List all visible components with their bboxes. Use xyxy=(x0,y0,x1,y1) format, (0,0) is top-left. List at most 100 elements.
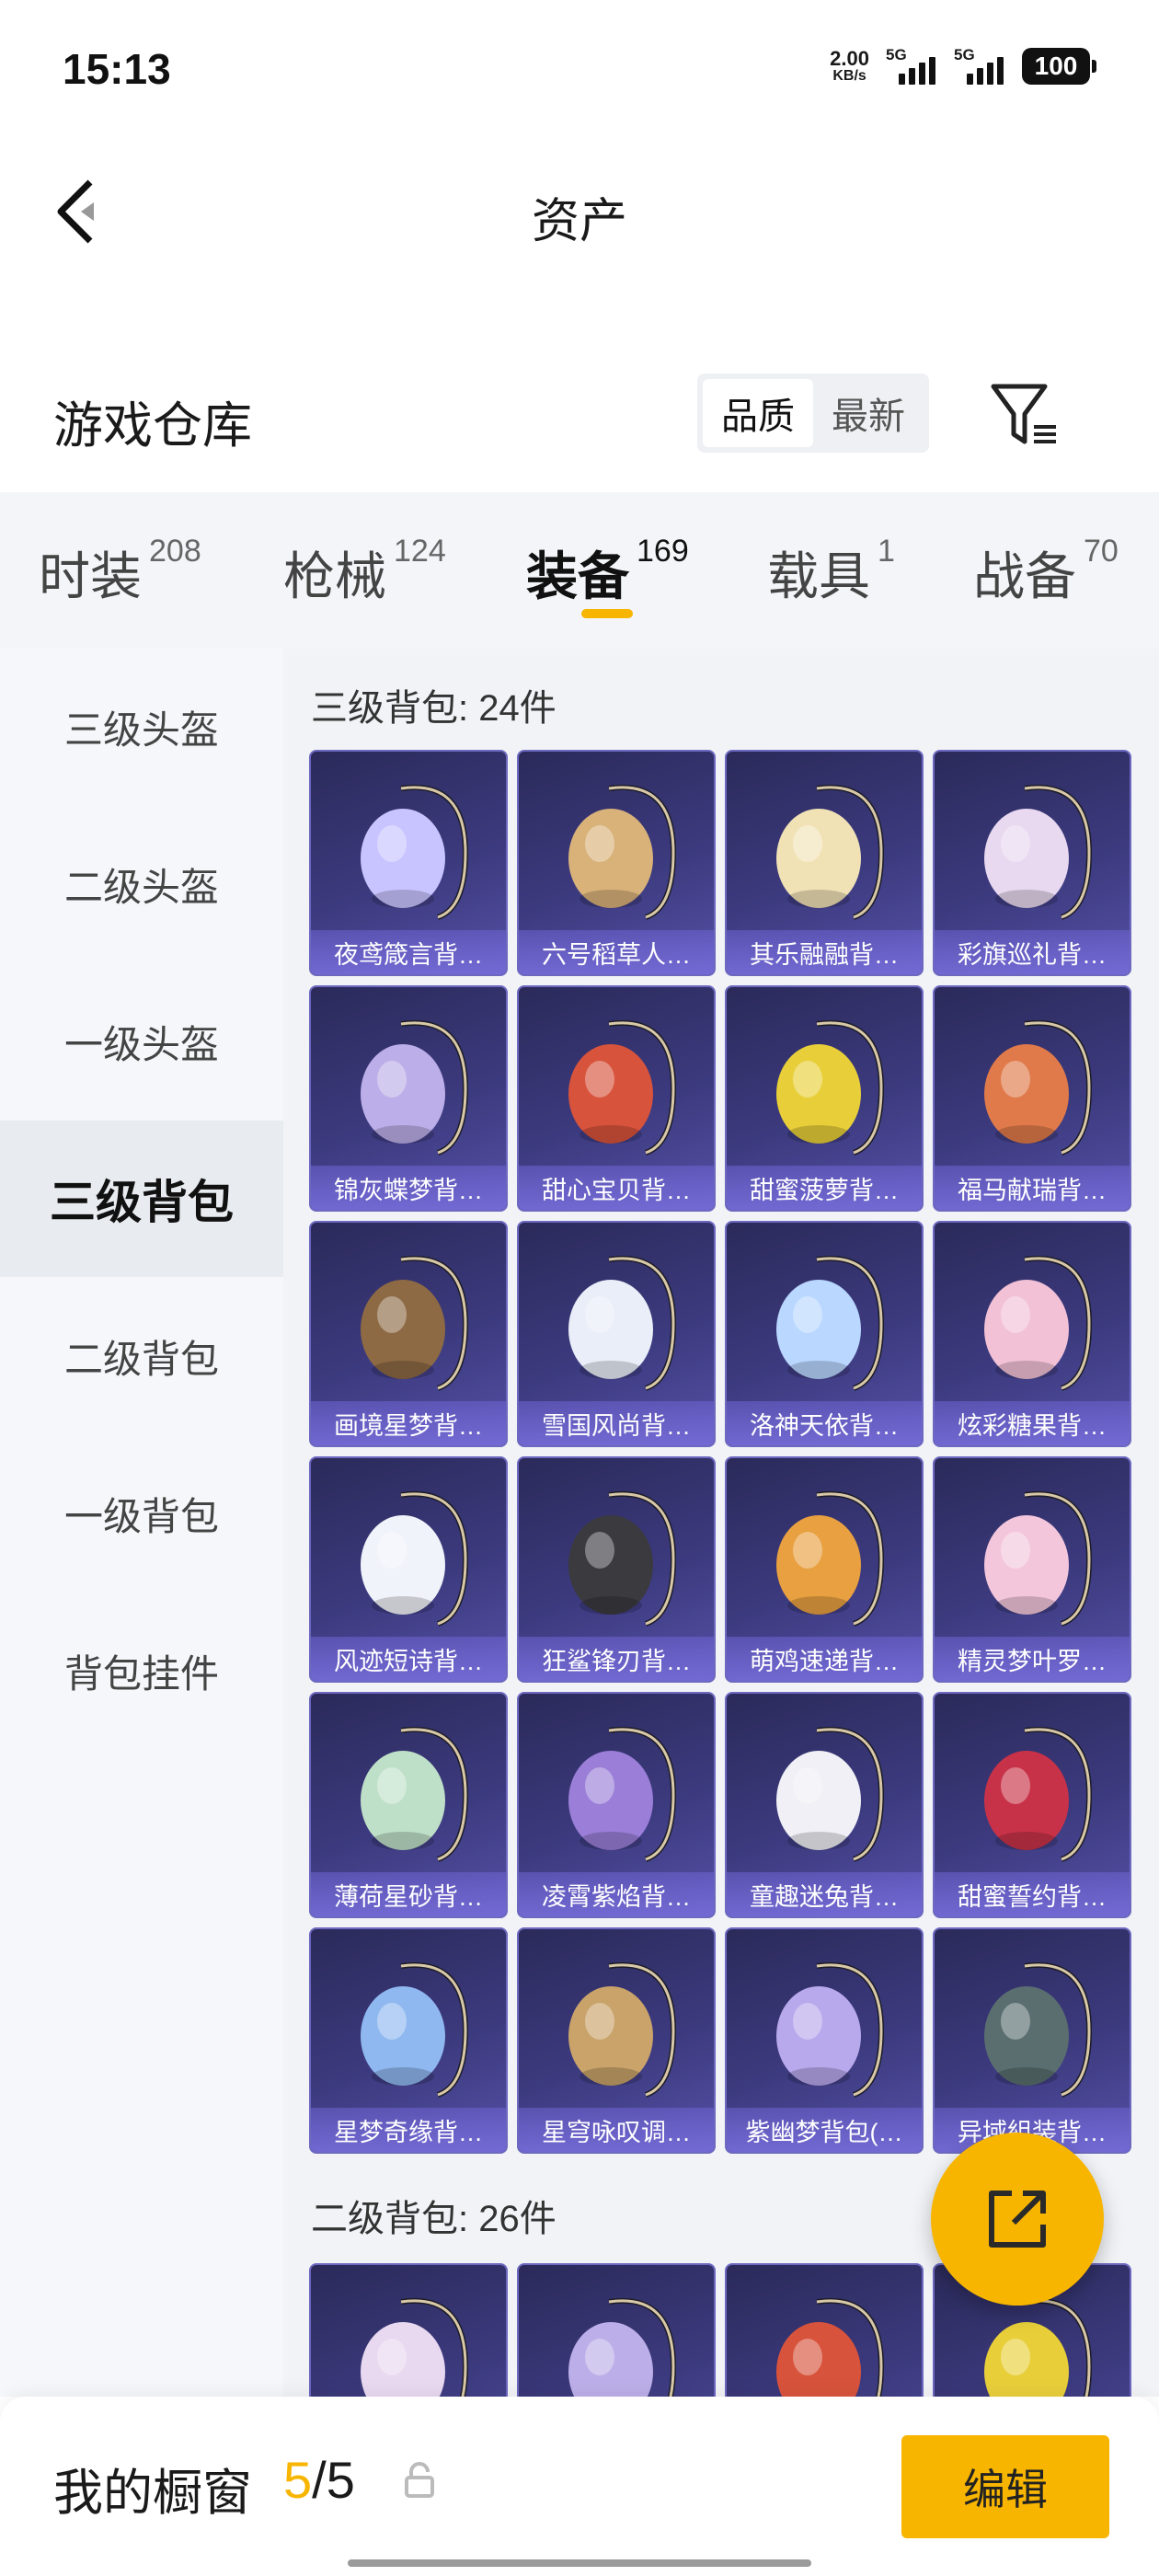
backpack-image xyxy=(337,1477,484,1633)
header: 资产 xyxy=(0,138,1159,285)
item-card[interactable]: 锦灰蝶梦背… xyxy=(309,985,508,1212)
item-name-bar: 薄荷星砂背… xyxy=(311,1872,506,1916)
item-card[interactable] xyxy=(517,2263,716,2397)
item-name-bar: 萌鸡速递背… xyxy=(727,1637,922,1681)
item-name: 甜蜜菠萝背… xyxy=(750,1176,899,1204)
backpack-image xyxy=(752,1241,900,1397)
item-card[interactable]: 星梦奇缘背… xyxy=(309,1927,508,2154)
item-card[interactable]: 甜心宝贝背… xyxy=(517,985,716,1212)
item-name: 画境星梦背… xyxy=(334,1411,483,1440)
item-card[interactable]: 凌霄紫焰背… xyxy=(517,1692,716,1918)
side-item-helmet-lv1[interactable]: 一级头盔 xyxy=(0,963,283,1120)
item-name-bar: 画境星梦背… xyxy=(311,1401,506,1445)
tab-supplies[interactable]: 战备 70 xyxy=(973,534,1119,610)
item-name: 锦灰蝶梦背… xyxy=(334,1176,483,1204)
item-card[interactable]: 夜鸢箴言背… xyxy=(309,750,508,976)
item-card[interactable]: 甜蜜誓约背… xyxy=(933,1692,1131,1918)
item-name-bar: 雪国风尚背… xyxy=(519,1401,714,1445)
item-name-bar: 洛神天依背… xyxy=(727,1401,922,1445)
item-card[interactable]: 异域組装背… xyxy=(933,1927,1131,2154)
item-card[interactable]: 风迹短诗背… xyxy=(309,1456,508,1683)
showcase-separator: / xyxy=(312,2451,327,2509)
backpack-image xyxy=(337,2283,484,2397)
showcase-label: 我的橱窗 xyxy=(53,2466,252,2521)
backpack-image xyxy=(960,770,1107,926)
item-card[interactable]: 精灵梦叶罗… xyxy=(933,1456,1131,1683)
item-card[interactable]: 萌鸡速递背… xyxy=(725,1456,924,1683)
item-card[interactable]: 其乐融融背… xyxy=(725,750,924,976)
item-name: 雪国风尚背… xyxy=(542,1411,691,1440)
item-name: 炫彩糖果背… xyxy=(958,1411,1107,1440)
share-button[interactable] xyxy=(931,2133,1104,2306)
item-card[interactable]: 洛神天依背… xyxy=(725,1221,924,1447)
battery-level: 100 xyxy=(1022,48,1090,85)
side-item-backpack-lv1[interactable]: 一级背包 xyxy=(0,1435,283,1592)
backpack-image xyxy=(337,770,484,926)
item-card[interactable]: 狂鲨锋刃背… xyxy=(517,1456,716,1683)
item-card[interactable]: 星穹咏叹调… xyxy=(517,1927,716,2154)
item-name: 其乐融融背… xyxy=(750,940,899,969)
item-card[interactable]: 薄荷星砂背… xyxy=(309,1692,508,1918)
tab-count: 70 xyxy=(1084,534,1119,569)
item-card[interactable]: 炫彩糖果背… xyxy=(933,1221,1131,1447)
side-item-helmet-lv2[interactable]: 二级头盔 xyxy=(0,806,283,962)
warehouse-title: 游戏仓库 xyxy=(53,398,252,454)
side-item-backpack-lv2[interactable]: 二级背包 xyxy=(0,1278,283,1434)
item-name: 风迹短诗背… xyxy=(334,1647,483,1675)
lock-icon xyxy=(405,2462,434,2498)
tab-firearms[interactable]: 枪械 124 xyxy=(283,534,446,610)
sort-option-quality[interactable]: 品质 xyxy=(703,379,813,447)
tab-vehicles[interactable]: 载具 1 xyxy=(767,534,895,610)
item-card[interactable] xyxy=(725,2263,924,2397)
item-card[interactable]: 甜蜜菠萝背… xyxy=(725,985,924,1212)
item-name-bar: 精灵梦叶罗… xyxy=(935,1637,1130,1681)
status-icons: 2.00 KB/s 5G 5G 100 xyxy=(830,46,1096,86)
item-card[interactable]: 六号稻草人… xyxy=(517,750,716,976)
backpack-image xyxy=(545,770,692,926)
item-name-bar: 福马献瑞背… xyxy=(935,1166,1130,1210)
item-name: 童趣迷兔背… xyxy=(750,1882,899,1911)
item-card[interactable]: 童趣迷兔背… xyxy=(725,1692,924,1918)
item-name: 薄荷星砂背… xyxy=(334,1882,483,1911)
item-name: 洛神天依背… xyxy=(750,1411,899,1440)
item-name: 狂鲨锋刃背… xyxy=(542,1647,691,1675)
backpack-image xyxy=(337,1006,484,1162)
tab-fashion[interactable]: 时装 208 xyxy=(39,534,201,610)
share-icon xyxy=(989,2191,1046,2248)
side-item-backpack-lv3[interactable]: 三级背包 xyxy=(0,1121,283,1277)
item-card[interactable]: 彩旗巡礼背… xyxy=(933,750,1131,976)
active-tab-indicator xyxy=(581,609,633,618)
item-name: 六号稻草人… xyxy=(542,940,691,969)
item-card[interactable]: 紫幽梦背包(… xyxy=(725,1927,924,2154)
item-name-bar: 炫彩糖果背… xyxy=(935,1401,1130,1445)
backpack-image xyxy=(752,2283,900,2397)
side-item-helmet-lv3[interactable]: 三级头盔 xyxy=(0,649,283,805)
item-name: 夜鸢箴言背… xyxy=(334,940,483,969)
battery-icon: 100 xyxy=(1022,48,1096,85)
item-name: 彩旗巡礼背… xyxy=(958,940,1107,969)
backpack-image xyxy=(960,1241,1107,1397)
item-name-bar: 凌霄紫焰背… xyxy=(519,1872,714,1916)
side-nav: 三级头盔 二级头盔 一级头盔 三级背包 二级背包 一级背包 背包挂件 xyxy=(0,649,283,2397)
backpack-image xyxy=(337,1948,484,2104)
item-card[interactable]: 福马献瑞背… xyxy=(933,985,1131,1212)
tab-label: 战备 xyxy=(973,547,1076,605)
status-time: 15:13 xyxy=(63,45,171,93)
item-card[interactable]: 画境星梦背… xyxy=(309,1221,508,1447)
edit-button[interactable]: 编辑 xyxy=(901,2435,1109,2538)
filter-button[interactable] xyxy=(988,379,1061,453)
item-name-bar: 星穹咏叹调… xyxy=(519,2108,714,2152)
item-name-bar: 紫幽梦背包(… xyxy=(727,2108,922,2152)
item-name-bar: 甜蜜誓约背… xyxy=(935,1872,1130,1916)
item-card[interactable]: 雪国风尚背… xyxy=(517,1221,716,1447)
backpack-image xyxy=(752,1477,900,1633)
showcase-bar: 我的橱窗 5/5 编辑 xyxy=(0,2397,1159,2576)
item-card[interactable] xyxy=(309,2263,508,2397)
side-item-backpack-charm[interactable]: 背包挂件 xyxy=(0,1593,283,1749)
item-name-bar: 彩旗巡礼背… xyxy=(935,930,1130,974)
item-name: 萌鸡速递背… xyxy=(750,1647,899,1675)
item-name-bar: 童趣迷兔背… xyxy=(727,1872,922,1916)
net-speed-value: 2.00 xyxy=(830,47,869,70)
sort-option-latest[interactable]: 最新 xyxy=(813,379,924,447)
tab-equipment[interactable]: 装备 169 xyxy=(526,534,689,610)
